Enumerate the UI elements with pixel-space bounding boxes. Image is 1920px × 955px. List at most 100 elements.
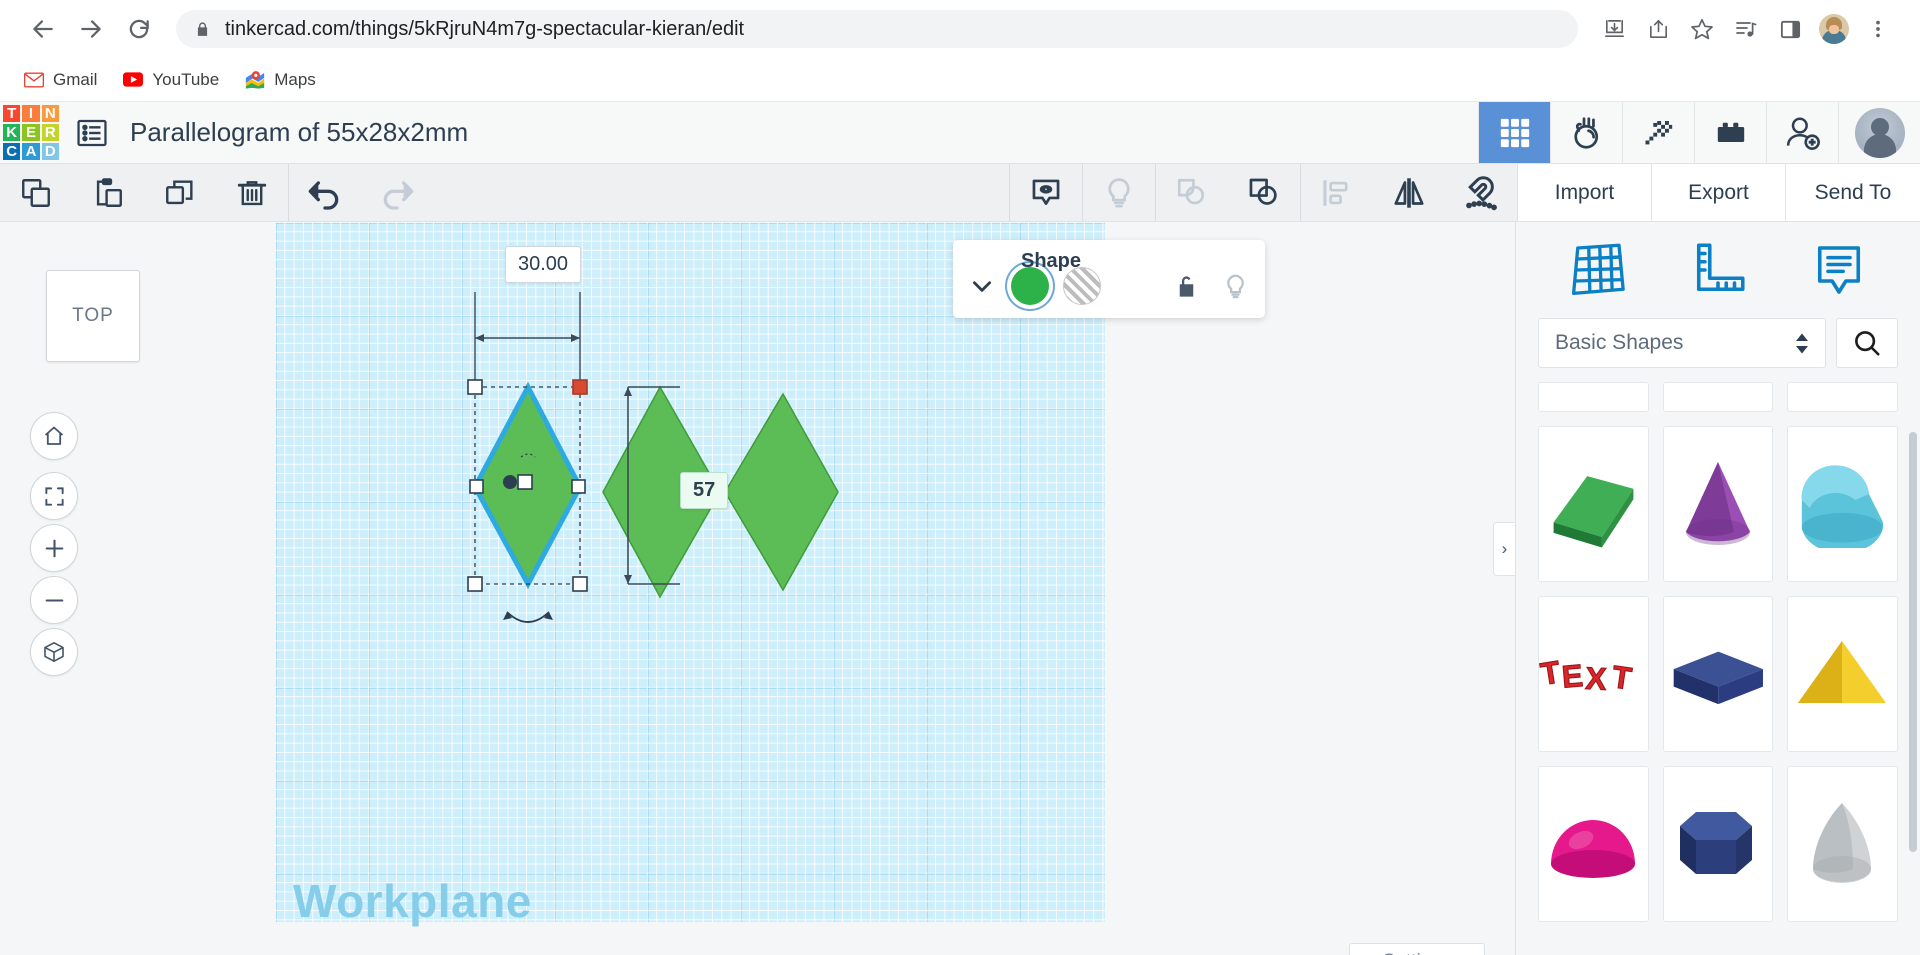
shape-pyramid-yellow[interactable] xyxy=(1787,596,1898,752)
shape-inspector-panel: Shape xyxy=(953,240,1265,318)
page-title[interactable]: Parallelogram of 55x28x2mm xyxy=(122,102,1478,163)
svg-text:T: T xyxy=(1539,654,1563,692)
notes-icon[interactable] xyxy=(1806,237,1872,303)
unlock-icon[interactable] xyxy=(1173,273,1200,300)
workplane-grid-icon[interactable] xyxy=(1564,237,1630,303)
blocks-grid-icon[interactable] xyxy=(1478,102,1550,163)
document-list-icon[interactable] xyxy=(62,102,122,163)
width-dimension-badge[interactable]: 30.00 xyxy=(505,246,581,283)
url-text: tinkercad.com/things/5kRjruN4m7g-spectac… xyxy=(225,18,744,41)
align-icon[interactable] xyxy=(1301,164,1373,221)
send-to-button[interactable]: Send To xyxy=(1786,164,1920,221)
dim-arrow-left xyxy=(475,334,484,342)
reload-icon[interactable] xyxy=(118,8,160,50)
forward-arrow-icon[interactable] xyxy=(70,8,112,50)
svg-text:T: T xyxy=(1610,659,1634,696)
invite-person-icon[interactable] xyxy=(1766,102,1838,163)
shape-cell-clipped[interactable] xyxy=(1538,382,1649,412)
bookmark-star-icon[interactable] xyxy=(1682,9,1722,49)
shape-text-red[interactable]: TEXT xyxy=(1538,596,1649,752)
fit-to-view-icon[interactable] xyxy=(30,472,78,520)
share-icon[interactable] xyxy=(1638,9,1678,49)
user-avatar-button[interactable] xyxy=(1838,102,1920,163)
shape-hexprism-navy[interactable] xyxy=(1663,766,1774,922)
shape-paraboloid-gray[interactable] xyxy=(1787,766,1898,922)
zoom-out-icon[interactable] xyxy=(30,576,78,624)
height-handle[interactable] xyxy=(518,475,532,489)
chevron-down-icon[interactable] xyxy=(969,273,995,299)
edit-toolbar-center xyxy=(1009,164,1517,221)
sidebar-tools xyxy=(1516,222,1920,318)
shape-cone-purple[interactable] xyxy=(1663,426,1774,582)
shape-cell-clipped[interactable] xyxy=(1787,382,1898,412)
search-icon[interactable] xyxy=(1836,318,1898,368)
ungroup-shapes-icon[interactable] xyxy=(1156,164,1228,221)
note-eye-icon[interactable] xyxy=(1010,164,1082,221)
view-cube[interactable]: TOP xyxy=(46,270,140,362)
rotate-handle[interactable] xyxy=(507,612,549,622)
dim-arrow-right xyxy=(571,334,580,342)
logo-tile-n: N xyxy=(41,104,60,123)
spinner-icon xyxy=(1795,333,1809,354)
export-button[interactable]: Export xyxy=(1652,164,1786,221)
bookmark-maps[interactable]: Maps xyxy=(245,70,316,90)
zoom-in-icon[interactable] xyxy=(30,524,78,572)
duplicate-icon[interactable] xyxy=(144,164,216,221)
shape-category-select[interactable]: Basic Shapes xyxy=(1538,318,1826,368)
mirror-flip-icon[interactable] xyxy=(1373,164,1445,221)
shape-box-blue[interactable] xyxy=(1663,596,1774,752)
expand-panel-handle[interactable]: › xyxy=(1493,522,1515,576)
install-app-icon[interactable] xyxy=(1594,9,1634,49)
tinkerplay-hand-icon[interactable] xyxy=(1550,102,1622,163)
shape-wedge-green[interactable] xyxy=(1538,426,1649,582)
gmail-icon xyxy=(24,70,44,90)
shape-halfsphere-pink[interactable] xyxy=(1538,766,1649,922)
edit-toolbar-left xyxy=(0,164,433,221)
settings-button[interactable]: Settings xyxy=(1349,943,1485,955)
home-view-icon[interactable] xyxy=(30,412,78,460)
avatar xyxy=(1855,108,1905,158)
resize-handle-br[interactable] xyxy=(573,577,587,591)
resize-handle-left[interactable] xyxy=(470,480,483,493)
shape-library-grid: TEXT xyxy=(1516,382,1920,955)
redo-arrow-icon[interactable] xyxy=(361,164,433,221)
logo-tile-r: R xyxy=(41,123,60,142)
back-arrow-icon[interactable] xyxy=(22,8,64,50)
undo-arrow-icon[interactable] xyxy=(289,164,361,221)
lightbulb-icon[interactable] xyxy=(1083,164,1155,221)
address-bar[interactable]: tinkercad.com/things/5kRjruN4m7g-spectac… xyxy=(176,10,1578,48)
side-panel-icon[interactable] xyxy=(1770,9,1810,49)
bookmark-label: Maps xyxy=(274,70,316,90)
magnet-snap-icon[interactable] xyxy=(1445,164,1517,221)
angle-badge[interactable]: 57 xyxy=(680,472,728,509)
profile-avatar-icon[interactable] xyxy=(1814,9,1854,49)
resize-handle-bl[interactable] xyxy=(468,577,482,591)
move-handle[interactable] xyxy=(503,475,517,489)
resize-handle-tl[interactable] xyxy=(468,380,482,394)
svg-text:E: E xyxy=(1561,658,1585,695)
import-button[interactable]: Import xyxy=(1518,164,1652,221)
media-playlist-icon[interactable] xyxy=(1726,9,1766,49)
browser-chrome: tinkercad.com/things/5kRjruN4m7g-spectac… xyxy=(0,0,1920,102)
shape-cylinder-teal[interactable] xyxy=(1787,426,1898,582)
bookmark-gmail[interactable]: Gmail xyxy=(24,70,97,90)
lightbulb-icon[interactable] xyxy=(1222,273,1249,300)
shape-cell-clipped[interactable] xyxy=(1663,382,1774,412)
paste-icon[interactable] xyxy=(72,164,144,221)
diamond-3[interactable] xyxy=(725,394,838,590)
copy-icon[interactable] xyxy=(0,164,72,221)
ruler-icon[interactable] xyxy=(1685,237,1751,303)
design-canvas[interactable]: Workplane xyxy=(275,222,1515,955)
resize-handle-right[interactable] xyxy=(572,480,585,493)
bookmark-youtube[interactable]: YouTube xyxy=(123,70,219,90)
delete-trash-icon[interactable] xyxy=(216,164,288,221)
resize-handle-tr[interactable] xyxy=(573,380,587,394)
minecraft-pickaxe-icon[interactable] xyxy=(1622,102,1694,163)
logo-tile-c: C xyxy=(2,142,21,161)
group-shapes-icon[interactable] xyxy=(1228,164,1300,221)
three-dot-menu-icon[interactable] xyxy=(1858,9,1898,49)
lego-brick-icon[interactable] xyxy=(1694,102,1766,163)
ortho-perspective-icon[interactable] xyxy=(30,628,78,676)
sidebar-scrollbar[interactable] xyxy=(1909,432,1917,852)
tinkercad-logo[interactable]: T I N K E R C A D xyxy=(0,102,62,163)
